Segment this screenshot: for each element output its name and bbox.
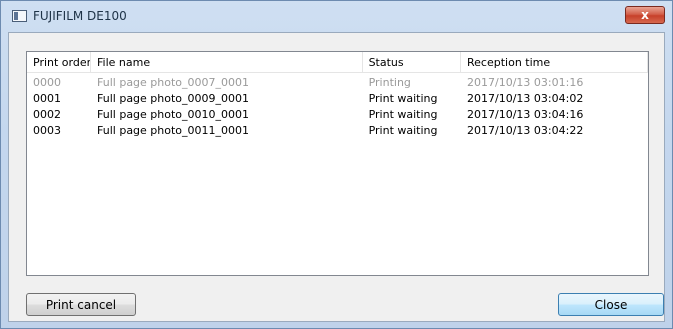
table-row[interactable]: 0001 Full page photo_0009_0001 Print wai… [27,91,648,107]
cell-status: Print waiting [368,124,438,137]
title-bar: FUJIFILM DE100 x [1,1,672,31]
cell-print-order: 0001 [33,92,61,105]
window-icon [12,10,27,22]
cell-file-name: Full page photo_0009_0001 [97,92,250,105]
cell-file-name: Full page photo_0011_0001 [97,124,250,137]
cell-print-order: 0000 [33,76,61,89]
print-queue-window: FUJIFILM DE100 x Print order File name S… [0,0,673,329]
table-row[interactable]: 0000 Full page photo_0007_0001 Printing … [27,75,648,91]
table-row[interactable]: 0003 Full page photo_0011_0001 Print wai… [27,123,648,139]
cell-reception-time: 2017/10/13 03:01:16 [467,76,584,89]
title-close-button[interactable]: x [625,6,665,24]
cell-reception-time: 2017/10/13 03:04:16 [467,108,584,121]
window-title: FUJIFILM DE100 [33,9,127,23]
cell-print-order: 0003 [33,124,61,137]
list-rows: 0000 Full page photo_0007_0001 Printing … [27,75,648,139]
list-header: Print order File name Status Reception t… [27,52,648,73]
cell-print-order: 0002 [33,108,61,121]
print-job-list[interactable]: Print order File name Status Reception t… [26,51,649,276]
cell-file-name: Full page photo_0010_0001 [97,108,250,121]
close-button[interactable]: Close [558,293,664,316]
cell-reception-time: 2017/10/13 03:04:02 [467,92,584,105]
print-cancel-button[interactable]: Print cancel [26,293,136,316]
cell-status: Print waiting [368,92,438,105]
column-header-reception-time[interactable]: Reception time [461,52,648,73]
dialog-body: Print order File name Status Reception t… [8,32,665,322]
cell-file-name: Full page photo_0007_0001 [97,76,250,89]
column-header-print-order[interactable]: Print order [27,52,92,73]
column-header-status[interactable]: Status [363,52,462,73]
table-row[interactable]: 0002 Full page photo_0010_0001 Print wai… [27,107,648,123]
cell-status: Printing [368,76,411,89]
cell-reception-time: 2017/10/13 03:04:22 [467,124,584,137]
cell-status: Print waiting [368,108,438,121]
column-header-file-name[interactable]: File name [91,52,363,73]
